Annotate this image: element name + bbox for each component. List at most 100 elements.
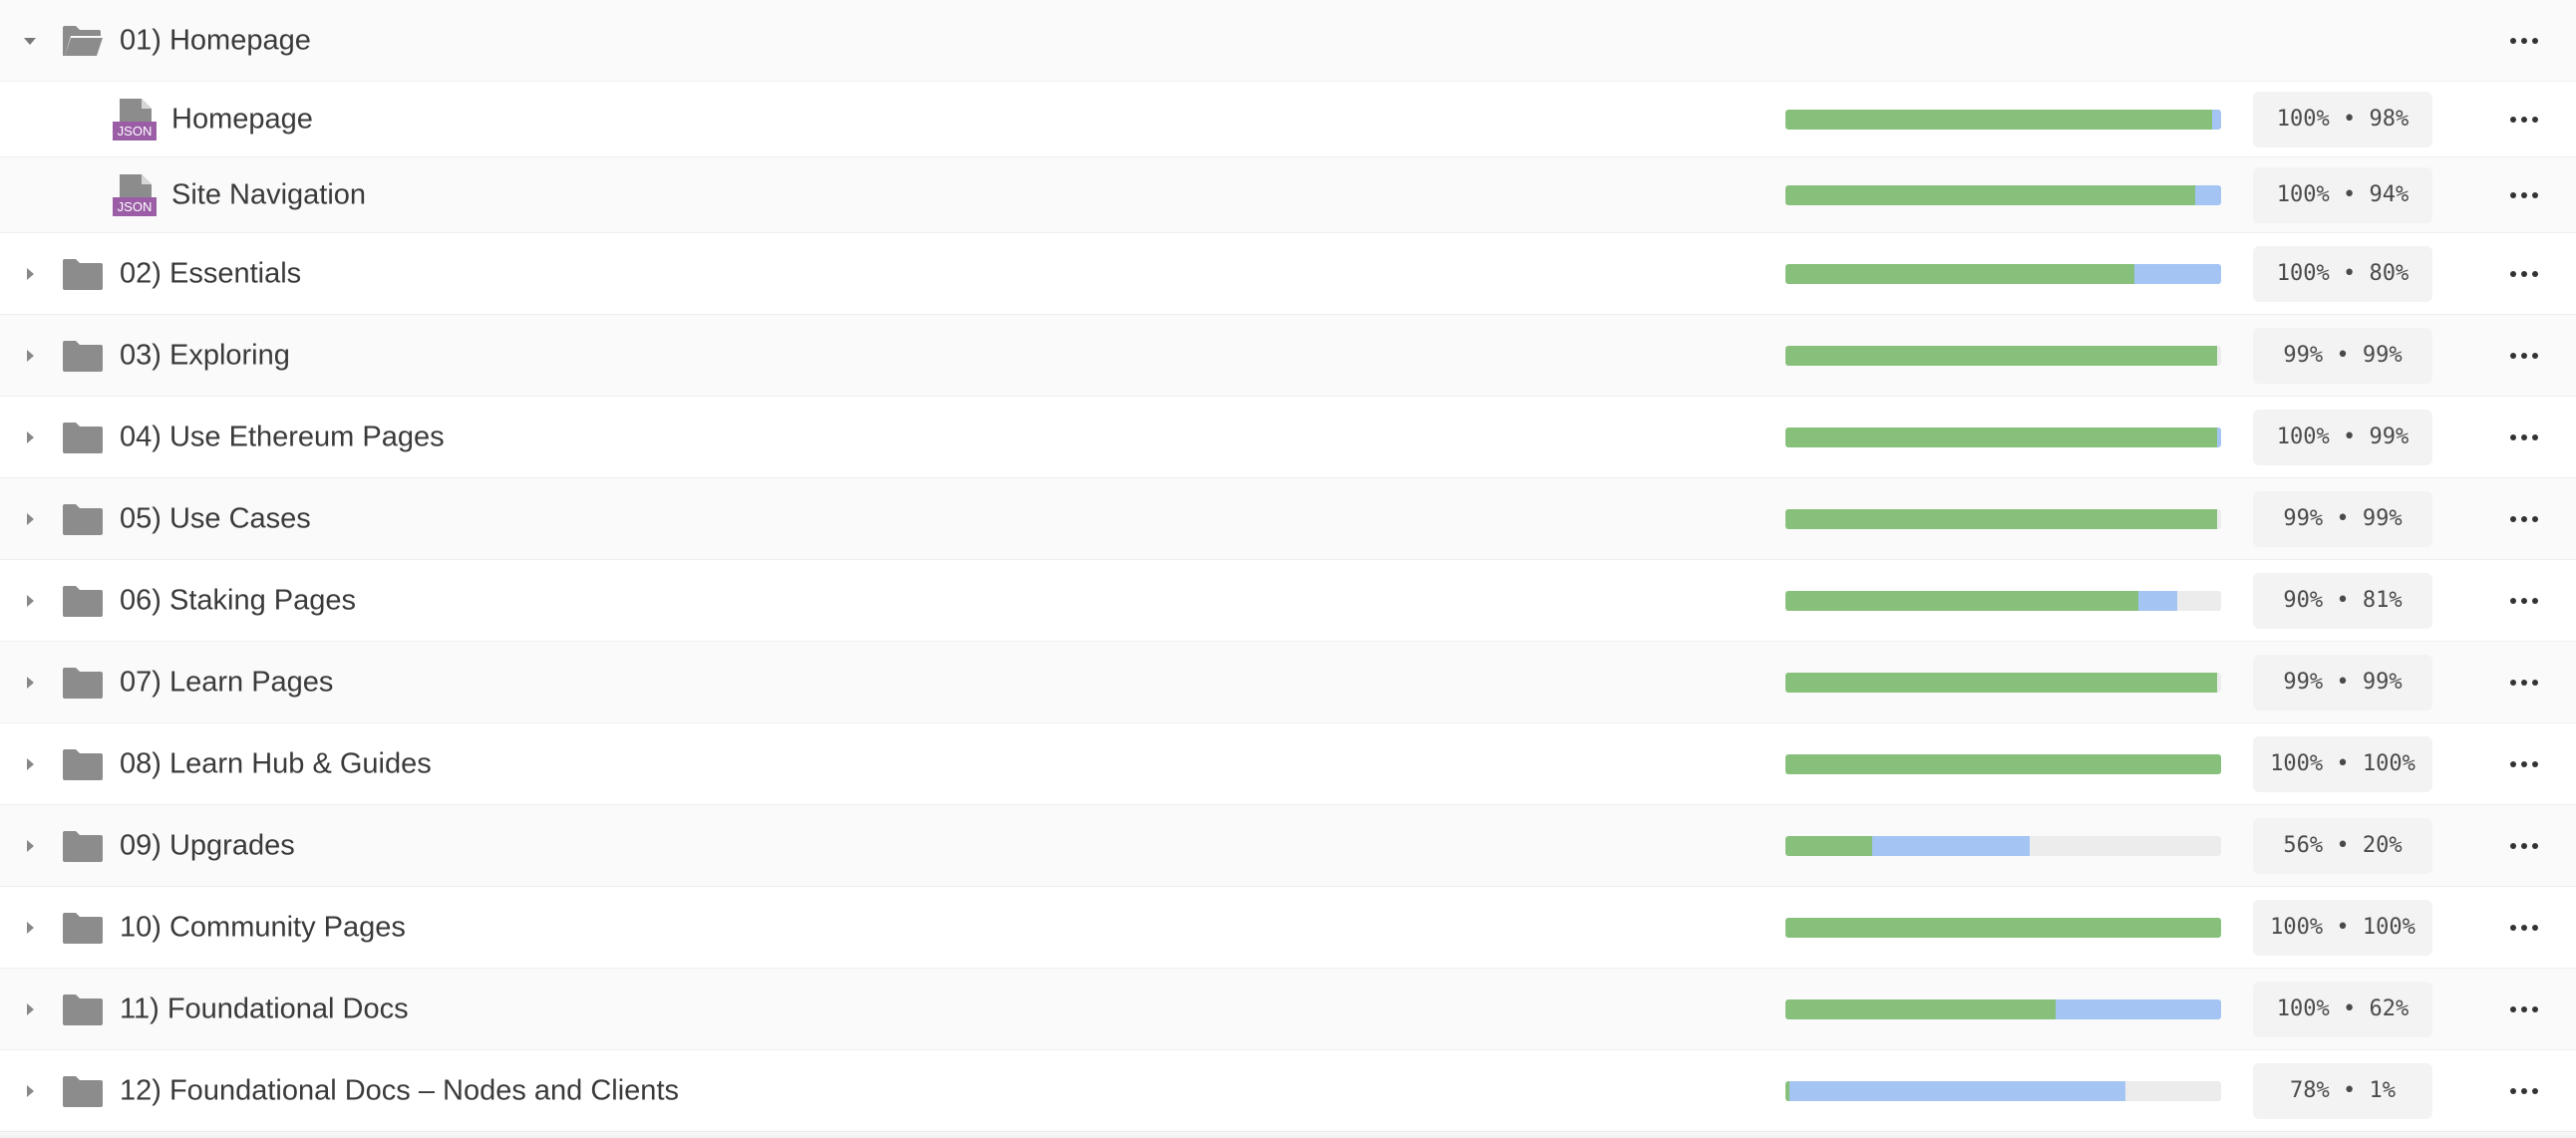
file-name[interactable]: Homepage xyxy=(171,103,313,136)
more-horizontal-icon[interactable] xyxy=(2498,102,2550,138)
progress-translated-segment xyxy=(1785,753,2221,774)
menu-dot xyxy=(2510,842,2516,849)
folder-row[interactable]: 05) Use Cases 99% • 99% xyxy=(0,478,2576,560)
json-file-icon: JSON xyxy=(112,98,158,142)
chevron-right-icon[interactable] xyxy=(22,756,38,772)
menu-dot xyxy=(2521,597,2527,604)
more-horizontal-icon[interactable] xyxy=(2498,746,2550,782)
more-horizontal-icon[interactable] xyxy=(2498,992,2550,1027)
chevron-down-icon[interactable] xyxy=(22,33,38,49)
folder-name[interactable]: 10) Community Pages xyxy=(120,911,406,944)
menu-dot xyxy=(2532,433,2538,440)
folder-row[interactable]: 09) Upgrades 56% • 20% xyxy=(0,805,2576,887)
folder-name[interactable]: 03) Exploring xyxy=(120,339,290,372)
menu-dot xyxy=(2521,760,2527,767)
progress-badge: 99% • 99% xyxy=(2253,654,2432,711)
chevron-right-icon[interactable] xyxy=(22,1083,38,1099)
progress-translated-segment xyxy=(1785,835,1873,856)
menu-dot xyxy=(2521,679,2527,686)
menu-dot xyxy=(2510,760,2516,767)
folder-name[interactable]: 01) Homepage xyxy=(120,24,311,57)
more-horizontal-icon[interactable] xyxy=(2498,177,2550,213)
json-file-icon: JSON xyxy=(112,173,158,217)
progress-badge: 100% • 98% xyxy=(2253,91,2432,147)
more-horizontal-icon[interactable] xyxy=(2498,828,2550,864)
progress-bar xyxy=(1785,345,2221,366)
folder-name[interactable]: 05) Use Cases xyxy=(120,502,311,535)
menu-dot xyxy=(2521,37,2527,44)
folder-icon xyxy=(62,1074,104,1108)
file-name[interactable]: Site Navigation xyxy=(171,178,366,211)
progress-translated-segment xyxy=(1785,1080,1790,1101)
svg-text:JSON: JSON xyxy=(118,199,153,214)
progress-bar xyxy=(1785,917,2221,938)
folder-row[interactable]: 10) Community Pages 100% • 100% xyxy=(0,887,2576,969)
folder-name[interactable]: 11) Foundational Docs xyxy=(120,993,409,1025)
folder-row[interactable]: 03) Exploring 99% • 99% xyxy=(0,315,2576,397)
folder-row[interactable]: 08) Learn Hub & Guides 100% • 100% xyxy=(0,723,2576,805)
chevron-right-icon[interactable] xyxy=(22,266,38,282)
file-row[interactable]: JSON Homepage 100% • 98% xyxy=(0,82,2576,157)
folder-row[interactable]: 01) Homepage xyxy=(0,0,2576,82)
progress-translated-segment xyxy=(1785,109,2213,130)
chevron-right-icon[interactable] xyxy=(22,675,38,691)
chevron-right-icon[interactable] xyxy=(22,1001,38,1017)
svg-text:JSON: JSON xyxy=(118,124,153,139)
folder-name[interactable]: 02) Essentials xyxy=(120,257,301,290)
more-horizontal-icon[interactable] xyxy=(2498,583,2550,619)
file-row[interactable]: JSON Site Navigation 100% • 94% xyxy=(0,157,2576,233)
folder-row[interactable]: 12) Foundational Docs – Nodes and Client… xyxy=(0,1050,2576,1132)
menu-dot xyxy=(2510,116,2516,123)
folder-name[interactable]: 12) Foundational Docs – Nodes and Client… xyxy=(120,1074,679,1107)
more-horizontal-icon[interactable] xyxy=(2498,420,2550,455)
folder-icon xyxy=(62,829,104,863)
progress-badge: 99% • 99% xyxy=(2253,327,2432,384)
more-horizontal-icon[interactable] xyxy=(2498,338,2550,374)
folder-icon xyxy=(62,911,104,945)
folder-name[interactable]: 09) Upgrades xyxy=(120,829,295,862)
more-horizontal-icon[interactable] xyxy=(2498,910,2550,946)
menu-dot xyxy=(2532,270,2538,277)
menu-dot xyxy=(2521,352,2527,359)
folder-row[interactable]: 07) Learn Pages 99% • 99% xyxy=(0,642,2576,723)
progress-bar xyxy=(1785,184,2221,205)
folder-row[interactable]: 11) Foundational Docs 100% • 62% xyxy=(0,969,2576,1050)
progress-bar xyxy=(1785,590,2221,611)
folder-row[interactable]: 04) Use Ethereum Pages 100% • 99% xyxy=(0,397,2576,478)
folder-name[interactable]: 07) Learn Pages xyxy=(120,666,333,699)
progress-bar xyxy=(1785,998,2221,1019)
chevron-right-icon[interactable] xyxy=(22,511,38,527)
progress-pending-segment xyxy=(2194,184,2221,205)
file-tree: 01) Homepage JSON Homepage 100% • 98% JSON Si… xyxy=(0,0,2576,1132)
menu-dot xyxy=(2532,37,2538,44)
more-horizontal-icon[interactable] xyxy=(2498,1073,2550,1109)
progress-badge: 78% • 1% xyxy=(2253,1062,2432,1119)
progress-translated-segment xyxy=(1785,427,2217,447)
more-horizontal-icon[interactable] xyxy=(2498,23,2550,59)
folder-name[interactable]: 04) Use Ethereum Pages xyxy=(120,421,445,453)
chevron-right-icon[interactable] xyxy=(22,593,38,609)
chevron-right-icon[interactable] xyxy=(22,920,38,936)
more-horizontal-icon[interactable] xyxy=(2498,501,2550,537)
menu-dot xyxy=(2532,760,2538,767)
folder-icon xyxy=(62,339,104,373)
progress-translated-segment xyxy=(1785,998,2056,1019)
menu-dot xyxy=(2510,433,2516,440)
menu-dot xyxy=(2521,433,2527,440)
progress-bar xyxy=(1785,109,2221,130)
menu-dot xyxy=(2521,1087,2527,1094)
more-horizontal-icon[interactable] xyxy=(2498,256,2550,292)
folder-name[interactable]: 08) Learn Hub & Guides xyxy=(120,747,432,780)
menu-dot xyxy=(2521,924,2527,931)
progress-pending-segment xyxy=(1872,835,2030,856)
menu-dot xyxy=(2532,116,2538,123)
folder-row[interactable]: 06) Staking Pages 90% • 81% xyxy=(0,560,2576,642)
chevron-right-icon[interactable] xyxy=(22,838,38,854)
chevron-right-icon[interactable] xyxy=(22,348,38,364)
folder-name[interactable]: 06) Staking Pages xyxy=(120,584,356,617)
progress-translated-segment xyxy=(1785,590,2138,611)
folder-row[interactable]: 02) Essentials 100% • 80% xyxy=(0,233,2576,315)
more-horizontal-icon[interactable] xyxy=(2498,665,2550,701)
progress-translated-segment xyxy=(1785,917,2221,938)
chevron-right-icon[interactable] xyxy=(22,429,38,445)
